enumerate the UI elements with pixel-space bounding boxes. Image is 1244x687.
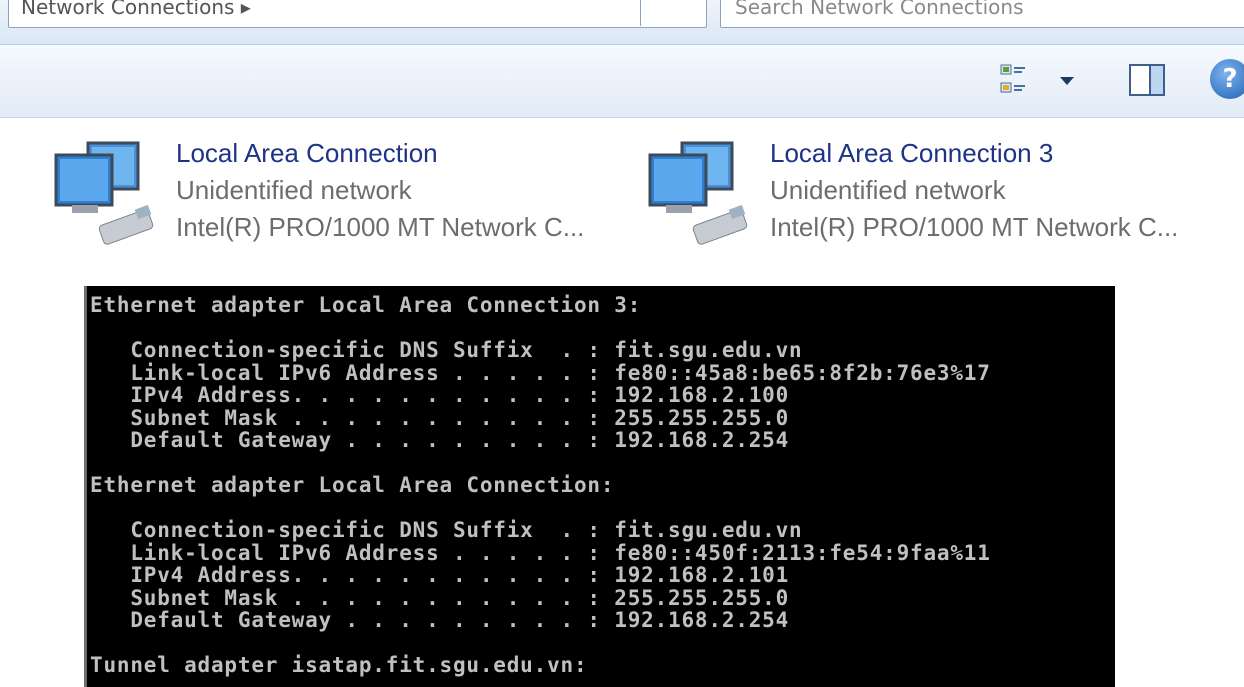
address-bar-region: Network Connections ▸ Search Network Con…	[0, 0, 1244, 45]
console-line: Connection-specific DNS Suffix . : fit.s…	[90, 518, 803, 542]
preview-pane-icon[interactable]	[1128, 63, 1166, 97]
toolbar: ?	[0, 45, 1244, 118]
help-button[interactable]: ?	[1210, 59, 1244, 99]
connection-status: Unidentified network	[176, 175, 412, 205]
connection-name: Local Area Connection 3	[770, 138, 1054, 168]
console-line: Connection-specific DNS Suffix . : fit.s…	[90, 338, 803, 362]
connection-name: Local Area Connection	[176, 138, 438, 168]
console-line: Subnet Mask . . . . . . . . . . . : 255.…	[90, 405, 790, 430]
console-line: Link-local IPv6 Address . . . . . : fe80…	[90, 540, 991, 565]
console-line: IPv4 Address. . . . . . . . . . . : 192.…	[90, 383, 790, 407]
connection-device: Intel(R) PRO/1000 MT Network C...	[770, 212, 1179, 242]
address-dropdown-button[interactable]	[640, 0, 691, 26]
address-bar[interactable]: Network Connections ▸	[8, 0, 707, 28]
console-line: Default Gateway . . . . . . . . . : 192.…	[90, 428, 790, 452]
connection-device: Intel(R) PRO/1000 MT Network C...	[176, 212, 585, 242]
search-placeholder: Search Network Connections	[735, 0, 1024, 19]
console-line: IPv4 Address. . . . . . . . . . . : 192.…	[90, 563, 790, 587]
connection-item[interactable]: Local Area Connection 3 Unidentified net…	[642, 135, 1202, 245]
command-prompt-output: Ethernet adapter Local Area Connection 3…	[84, 286, 1115, 687]
console-line: Link-local IPv6 Address . . . . . : fe80…	[90, 360, 991, 385]
network-adapter-icon	[54, 141, 154, 245]
search-box[interactable]: Search Network Connections	[720, 0, 1244, 28]
console-line: Default Gateway . . . . . . . . . : 192.…	[90, 608, 790, 632]
change-view-icon[interactable]	[1000, 63, 1026, 97]
console-line: Subnet Mask . . . . . . . . . . . : 255.…	[90, 585, 790, 610]
network-adapter-icon	[648, 141, 748, 245]
address-bar-text: Network Connections ▸	[21, 0, 251, 19]
view-options-dropdown-icon[interactable]	[1060, 77, 1074, 85]
console-text: Ethernet adapter Local Area Connection 3…	[90, 294, 991, 677]
console-line: Ethernet adapter Local Area Connection:	[90, 473, 615, 497]
connection-status: Unidentified network	[770, 175, 1006, 205]
console-line: Ethernet adapter Local Area Connection 3…	[90, 293, 642, 317]
connection-item[interactable]: Local Area Connection Unidentified netwo…	[48, 135, 608, 245]
console-line: Tunnel adapter isatap.fit.sgu.edu.vn:	[90, 653, 588, 677]
